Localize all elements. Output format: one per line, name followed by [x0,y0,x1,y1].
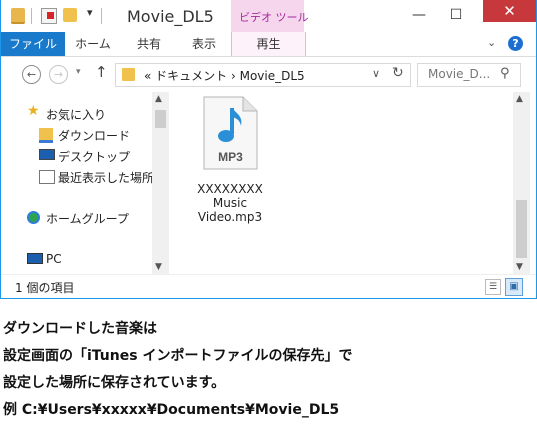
scroll-up-icon[interactable]: ▲ [516,94,523,104]
caption-text: ダウンロードした音楽は 設定画面の「iTunes インポートファイルの保存先」で… [3,316,533,424]
mp3-file-icon[interactable]: MP3 [201,96,259,170]
sidebar-item-label: ダウンロード [58,129,131,143]
qat-dropdown-icon[interactable]: ▾ [87,6,93,19]
sidebar-item-label: お気に入り [46,108,107,122]
context-tab-title: ビデオ ツール [239,11,309,24]
close-button[interactable]: ✕ [483,0,536,22]
caption-line: 設定画面の「iTunes インポートファイルの保存先」で [3,348,353,364]
sidebar-item-label: 最近表示した場所 [58,171,155,185]
file-list: MP3 XXXXXXXX Music Video.mp3 [169,92,512,274]
back-button[interactable]: ← [22,65,41,84]
file-name-line: XXXXXXXX [197,182,263,196]
properties-icon[interactable] [41,8,57,24]
address-path[interactable]: « ドキュメント › Movie_DL5 [144,67,305,84]
help-icon[interactable]: ? [508,36,523,51]
maximize-button[interactable]: ☐ [441,6,471,24]
folder-icon[interactable] [11,8,25,24]
video-tools-context-header: ビデオ ツール [231,0,309,32]
scroll-down-icon[interactable]: ▼ [155,262,162,272]
address-dropdown-icon[interactable]: ∨ [372,67,380,80]
sidebar-item-label: ホームグループ [46,212,129,226]
new-folder-icon[interactable] [63,8,77,22]
desktop-icon [39,149,55,160]
forward-button[interactable]: → [49,65,68,84]
folder-icon [122,68,135,81]
tab-file[interactable]: ファイル [1,32,65,56]
content-scrollbar[interactable]: ▲ ▼ [513,92,530,274]
file-badge: MP3 [218,150,243,164]
recent-places-icon [39,170,55,184]
scroll-thumb[interactable] [155,110,166,128]
search-placeholder[interactable]: Movie_D... [428,67,490,81]
ribbon-tabs: ファイル ホーム 共有 表示 再生 ⌄ ? [1,32,536,57]
tab-home[interactable]: ホーム [73,32,113,56]
recent-locations-icon[interactable]: ▾ [76,67,81,77]
explorer-window: ▾ Movie_DL5 ビデオ ツール — ☐ ✕ ファイル ホーム 共有 表示… [0,0,537,299]
ribbon-expand-icon[interactable]: ⌄ [487,36,496,49]
scroll-up-icon[interactable]: ▲ [155,94,162,104]
caption-line: 設定した場所に保存されています。 [3,375,226,391]
caption-line: 例 C:¥Users¥xxxxx¥Documents¥Movie_DL5 [3,402,340,418]
details-view-icon[interactable]: ☰ [485,279,501,295]
file-name-line: Video.mp3 [197,210,263,224]
status-bar: 1 個の項目 ☰ ▣ [1,274,536,298]
qat-separator [31,8,32,24]
star-icon: ★ [27,103,40,119]
homegroup-icon [27,211,40,224]
search-box[interactable]: Movie_D... ⚲ [417,63,521,87]
file-name-line: Music [212,196,248,210]
address-bar[interactable]: « ドキュメント › Movie_DL5 ∨ ↻ [115,63,411,87]
scroll-down-icon[interactable]: ▼ [516,262,523,272]
sidebar-item-label: PC [46,252,62,266]
large-icons-view-icon[interactable]: ▣ [505,278,523,296]
qat-separator [101,8,102,24]
scroll-thumb[interactable] [516,200,527,258]
window-title: Movie_DL5 [127,7,214,26]
caption-line: ダウンロードした音楽は [3,321,157,337]
downloads-folder-icon [39,128,53,143]
sidebar-item-label: デスクトップ [58,150,131,164]
tab-share[interactable]: 共有 [129,32,169,56]
pc-icon [27,253,43,264]
item-count: 1 個の項目 [15,281,75,295]
file-name[interactable]: XXXXXXXX Music Video.mp3 [189,182,271,224]
navigation-pane: ★ お気に入り ダウンロード デスクトップ 最近表示した場所 ホームグループ P… [1,92,169,274]
search-icon[interactable]: ⚲ [500,66,510,81]
tab-play[interactable]: 再生 [231,32,306,56]
nav-pane-scrollbar[interactable]: ▲ ▼ [152,92,169,274]
tab-view[interactable]: 表示 [184,32,224,56]
navigation-bar: ← → ▾ ↑ « ドキュメント › Movie_DL5 ∨ ↻ Movie_D… [1,57,536,91]
minimize-button[interactable]: — [404,6,434,24]
refresh-icon[interactable]: ↻ [392,65,404,81]
title-bar: ▾ Movie_DL5 ビデオ ツール — ☐ ✕ [1,0,536,32]
up-button[interactable]: ↑ [95,63,108,81]
